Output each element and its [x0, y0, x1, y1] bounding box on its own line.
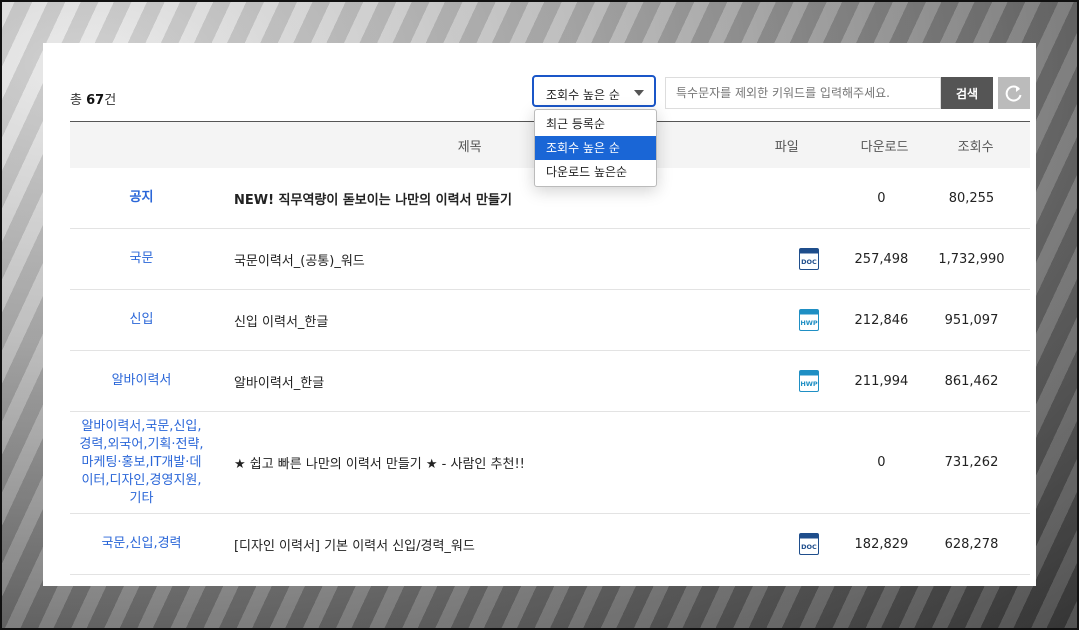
chevron-down-icon: [634, 90, 644, 96]
row-views: 861,462: [944, 373, 999, 389]
header-views: 조회수: [957, 139, 994, 155]
header-file: 파일: [774, 139, 799, 155]
row-category[interactable]: 공지: [70, 189, 213, 207]
row-views: 731,262: [944, 455, 999, 470]
row-downloads: 0: [877, 455, 886, 470]
row-category[interactable]: 국문,신입,경력: [70, 535, 213, 553]
row-views: 80,255: [948, 190, 995, 206]
header-downloads: 다운로드: [860, 139, 909, 155]
row-title[interactable]: 신입 이력서_한글: [213, 311, 769, 330]
sort-option-recent[interactable]: 최근 등록순: [535, 112, 656, 136]
svg-text:DOC: DOC: [802, 258, 818, 266]
row-file[interactable]: HWP: [769, 370, 850, 392]
row-title[interactable]: NEW! 직무역량이 돋보이는 나만의 이력서 만들기: [213, 189, 769, 208]
row-category[interactable]: 알바이력서,국문,신입,경력,외국어,기획·전략,마케팅·홍보,IT개발·데이터…: [70, 418, 213, 508]
sort-option-downloads[interactable]: 다운로드 높은순: [535, 160, 656, 184]
search-button[interactable]: 검색: [941, 77, 993, 109]
hwp-file-icon[interactable]: HWP: [799, 370, 820, 392]
row-downloads: 211,994: [854, 373, 909, 389]
sort-selected-label: 조회수 높은 순: [546, 88, 620, 102]
row-views: 1,732,990: [938, 251, 1005, 267]
row-category[interactable]: 신입: [70, 311, 213, 329]
table-row[interactable]: 국문 국문이력서_(공통)_워드 DOC 257,498 1,732,990: [70, 229, 1030, 290]
row-category[interactable]: 국문: [70, 250, 213, 268]
row-downloads: 212,846: [854, 312, 909, 328]
search-input[interactable]: [665, 77, 941, 109]
svg-text:HWP: HWP: [801, 380, 819, 388]
row-file[interactable]: HWP: [769, 309, 850, 331]
row-downloads: 0: [877, 190, 886, 206]
content-panel: 총 67건 조회수 높은 순 검색 최근 등록순 조회수 높은 순 다운로드 높…: [43, 43, 1036, 586]
reset-button[interactable]: [998, 77, 1030, 109]
row-title[interactable]: ★ 쉽고 빠른 나만의 이력서 만들기 ★ - 사람인 추천!!: [213, 453, 769, 472]
sort-dropdown-menu: 최근 등록순 조회수 높은 순 다운로드 높은순: [534, 109, 657, 187]
table-row[interactable]: 알바이력서,국문,신입,경력,외국어,기획·전략,마케팅·홍보,IT개발·데이터…: [70, 412, 1030, 514]
row-file[interactable]: DOC: [769, 248, 850, 270]
row-views: 951,097: [944, 312, 999, 328]
sort-option-views[interactable]: 조회수 높은 순: [535, 136, 656, 160]
row-category[interactable]: 알바이력서: [70, 372, 213, 390]
row-views: 628,278: [944, 536, 999, 552]
svg-text:DOC: DOC: [802, 543, 818, 551]
count-value: 67: [86, 93, 105, 108]
svg-text:HWP: HWP: [801, 319, 819, 327]
total-count: 총 67건: [70, 93, 117, 108]
doc-file-icon[interactable]: DOC: [799, 533, 820, 555]
table-row[interactable]: 알바이력서 알바이력서_한글 HWP 211,994 861,462: [70, 351, 1030, 412]
table-row[interactable]: 신입 신입 이력서_한글 HWP 212,846 951,097: [70, 290, 1030, 351]
row-file[interactable]: DOC: [769, 533, 850, 555]
row-title[interactable]: 국문이력서_(공통)_워드: [213, 250, 769, 269]
doc-file-icon[interactable]: DOC: [799, 248, 820, 270]
sort-select[interactable]: 조회수 높은 순: [532, 75, 656, 107]
refresh-icon: [1005, 85, 1022, 102]
row-title[interactable]: 알바이력서_한글: [213, 372, 769, 391]
hwp-file-icon[interactable]: HWP: [799, 309, 820, 331]
row-downloads: 182,829: [854, 536, 909, 552]
row-title[interactable]: [디자인 이력서] 기본 이력서 신입/경력_워드: [213, 535, 769, 554]
table-row[interactable]: 국문,신입,경력 [디자인 이력서] 기본 이력서 신입/경력_워드 DOC 1…: [70, 514, 1030, 575]
row-downloads: 257,498: [854, 251, 909, 267]
resume-table: 제목 파일 다운로드 조회수 공지 NEW! 직무역량이 돋보이는 나만의 이력…: [70, 121, 1030, 575]
